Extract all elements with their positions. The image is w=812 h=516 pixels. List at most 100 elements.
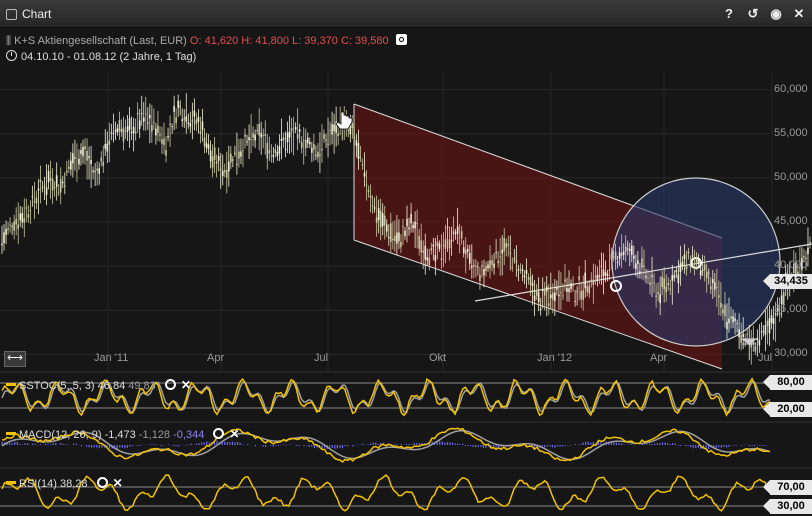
candle-body: [750, 342, 753, 348]
rsi-settings-icon[interactable]: [96, 477, 108, 488]
candle-body: [381, 213, 384, 227]
stoch-upper-tag: 80,00: [763, 375, 812, 390]
candle-body: [142, 117, 145, 122]
candle-body: [159, 134, 161, 136]
macd-settings-icon[interactable]: [213, 428, 225, 439]
rsi-remove-icon[interactable]: ✕: [113, 476, 123, 490]
channel-lower-line[interactable]: [353, 239, 723, 370]
candle-body: [803, 255, 805, 258]
candle-body: [341, 128, 344, 130]
candle-body: [68, 166, 70, 169]
candle-body: [209, 150, 212, 162]
trend-line-handle-2[interactable]: [690, 257, 702, 269]
candle-body: [454, 232, 457, 234]
pan-arrows-icon[interactable]: ⟷: [4, 351, 26, 367]
candle-body: [266, 143, 269, 159]
candle-body: [529, 276, 532, 286]
candle-body: [242, 150, 244, 151]
candle-body: [367, 189, 370, 192]
candle-body: [72, 153, 74, 164]
date-range: 04.10.10 - 01.08.12 (2 Jahre, 1 Tag): [6, 50, 196, 63]
candle-body: [78, 158, 80, 165]
candle-body: [292, 131, 295, 133]
close-button[interactable]: ✕: [790, 5, 808, 23]
instrument-info: ⫼ K+S Aktiengesellschaft (Last, EUR) O: …: [6, 34, 407, 48]
candle-body: [157, 125, 159, 133]
candle-body: [493, 263, 495, 268]
rsi-upper-tag: 70,00: [763, 480, 812, 495]
history-button[interactable]: ↺: [744, 5, 762, 23]
y-tick-label: 40,000: [774, 259, 808, 272]
candle-body: [722, 309, 724, 314]
candle-body: [586, 286, 589, 292]
candle-body: [140, 113, 143, 115]
candle-body: [110, 132, 113, 134]
candle-body: [248, 136, 250, 141]
candle-body: [238, 151, 240, 159]
candle-body: [596, 274, 599, 281]
candle-body: [88, 156, 90, 159]
candle-body: [387, 236, 390, 239]
candle-body: [410, 214, 412, 224]
candle-body: [539, 308, 542, 311]
candle-body: [63, 185, 66, 187]
candle-body: [758, 340, 761, 346]
candle-body: [766, 320, 769, 326]
candle-body: [294, 126, 297, 130]
candle-body: [620, 252, 623, 256]
candle-body: [675, 270, 678, 273]
candle-body: [430, 247, 433, 251]
candle-body: [685, 264, 688, 270]
candle-body: [108, 140, 111, 145]
record-button[interactable]: ◉: [767, 5, 785, 23]
candle-body: [5, 228, 7, 235]
date-range-text: 04.10.10 - 01.08.12 (2 Jahre, 1 Tag): [21, 51, 197, 63]
candle-body: [147, 122, 149, 124]
candle-body: [272, 154, 275, 157]
candle-body: [420, 240, 422, 253]
settings-toggle-icon[interactable]: [395, 34, 407, 45]
candle-body: [319, 154, 321, 156]
candle-body: [707, 272, 710, 274]
candle-body: [250, 138, 252, 140]
candle-body: [428, 257, 431, 265]
candle-body: [153, 121, 155, 123]
candle-body: [772, 318, 775, 325]
candle-body: [505, 243, 508, 248]
macd-remove-icon[interactable]: ✕: [229, 427, 239, 441]
scroll-down-icon[interactable]: [740, 338, 758, 345]
y-tick-label: 30,000: [774, 347, 808, 360]
price-series: [1, 93, 811, 365]
candle-body: [637, 260, 639, 264]
y-tick-label: 45,000: [774, 215, 808, 227]
stoch-remove-icon[interactable]: ✕: [181, 378, 191, 392]
candle-body: [809, 241, 811, 244]
candle-body: [541, 289, 544, 292]
candle-body: [414, 221, 416, 229]
candle-body: [9, 224, 11, 226]
candle-body: [764, 325, 767, 335]
candle-body: [304, 140, 307, 149]
candle-body: [132, 126, 135, 134]
stoch-settings-icon[interactable]: [164, 379, 176, 390]
candle-body: [290, 128, 293, 132]
trend-line[interactable]: [474, 243, 812, 302]
ellipse-drawing[interactable]: [611, 177, 781, 347]
candle-body: [513, 258, 516, 260]
y-tick-label: 55,000: [774, 126, 808, 139]
trend-line-handle-1[interactable]: [610, 280, 622, 292]
candle-body: [333, 124, 335, 131]
candle-body: [458, 244, 461, 246]
candle-body: [730, 316, 732, 319]
help-button[interactable]: ?: [720, 5, 738, 23]
candle-body: [703, 264, 706, 271]
trend-channel-fill[interactable]: [354, 104, 722, 369]
candle-body: [240, 151, 242, 157]
channel-upper-line[interactable]: [353, 103, 723, 239]
candle-body: [639, 271, 641, 274]
candle-body: [677, 274, 680, 284]
candle-body: [288, 131, 291, 138]
candle-body: [7, 228, 9, 230]
candle-body: [600, 265, 603, 267]
candle-body: [558, 294, 560, 297]
